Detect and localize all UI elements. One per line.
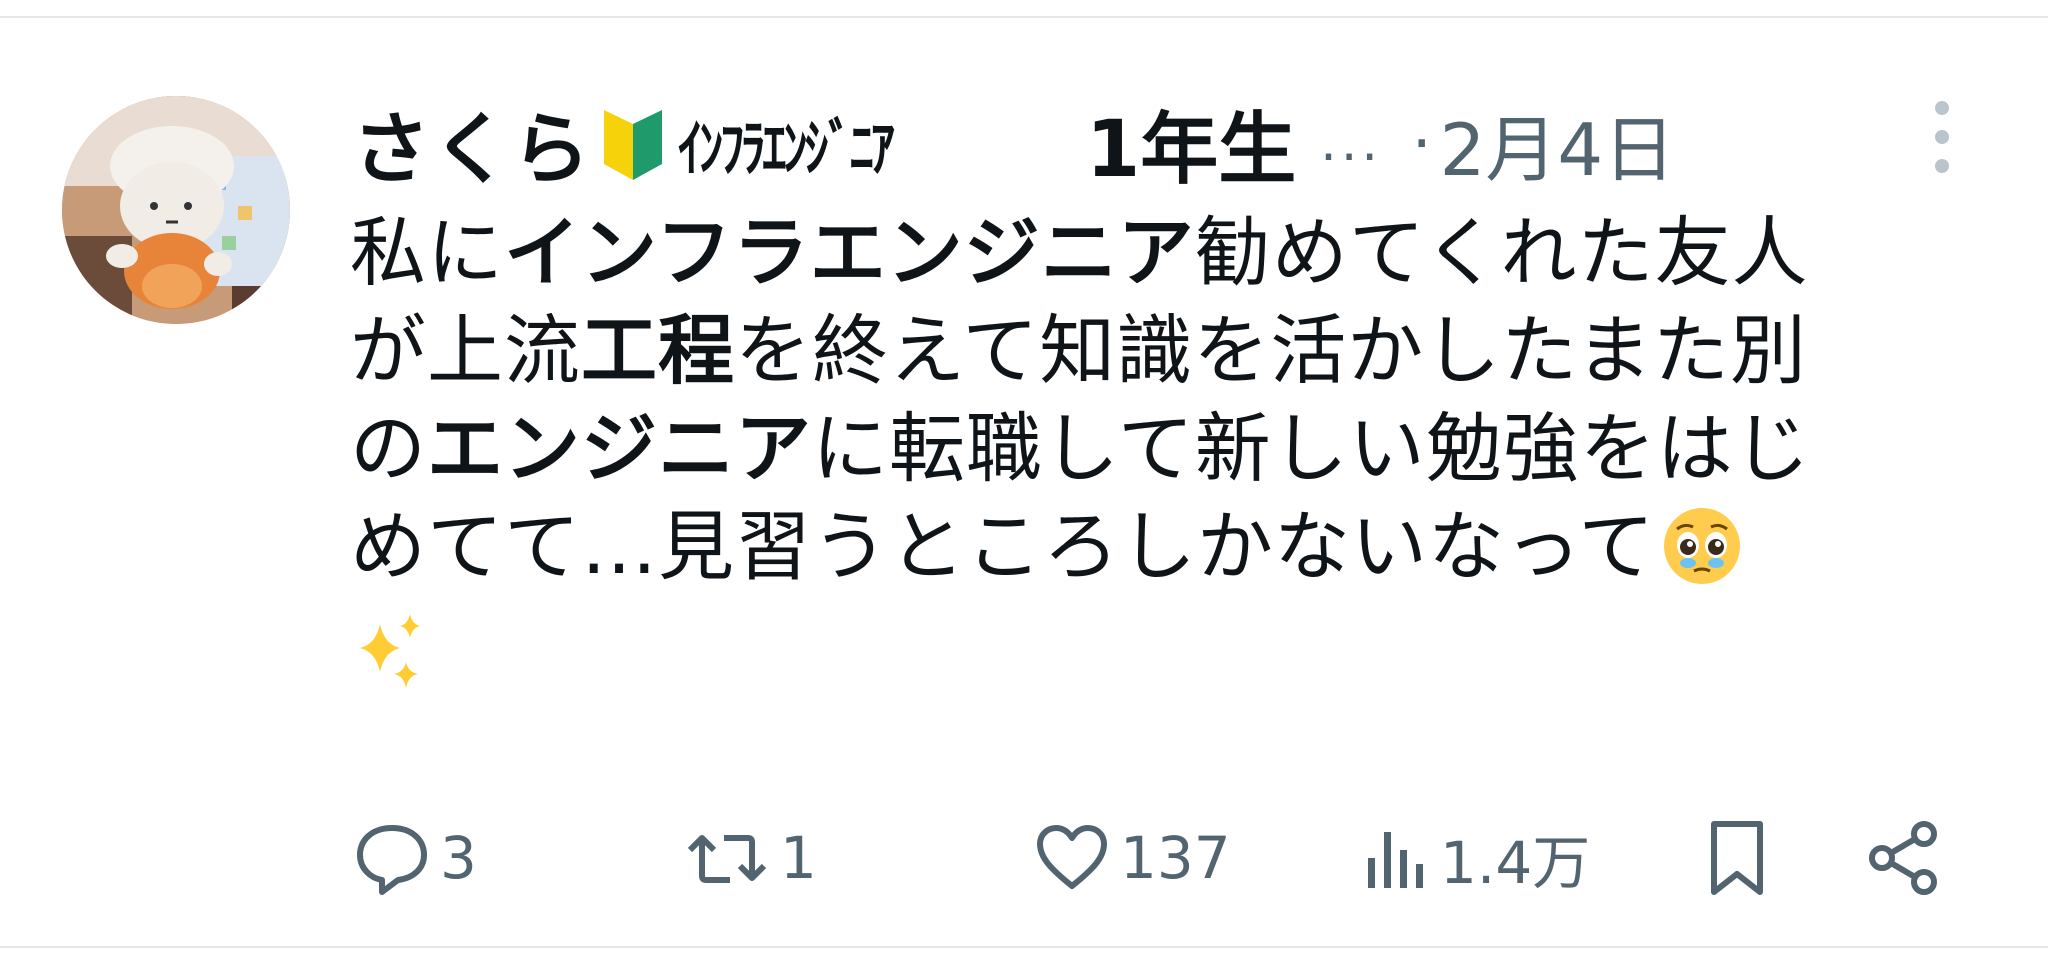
body-highlight: インフラエンジニア	[504, 208, 1195, 297]
body-line-4: めてて…見習うところしかないなって	[350, 498, 1980, 596]
more-options-icon[interactable]	[1930, 96, 1954, 178]
tweet-date[interactable]: 2月4日	[1440, 91, 1676, 196]
bottom-divider	[0, 946, 2048, 948]
beginner-leaf-icon	[598, 104, 668, 182]
bar-chart-icon	[1362, 818, 1432, 898]
tweet-header: さくら ｲﾝﾌﾗｴﾝｼﾞﾆｱ 1年生 ... · 2月4日	[352, 88, 1992, 198]
body-text: が上流	[350, 306, 581, 395]
reply-icon	[352, 818, 432, 898]
tweet-body: 私にインフラエンジニア勧めてくれた友人 が上流工程を終えて知識を活かしたまた別 …	[350, 204, 1980, 694]
retweet-button[interactable]: 1	[682, 808, 817, 908]
name-truncation: ...	[1320, 113, 1382, 173]
views-count: 1.4万	[1440, 829, 1591, 897]
sparkles-emoji	[350, 610, 434, 694]
retweet-icon	[682, 818, 772, 898]
body-text: に転職して新しい勉強をはじ	[812, 404, 1811, 493]
tweet-frame: さくら ｲﾝﾌﾗｴﾝｼﾞﾆｱ 1年生 ... · 2月4日 私にインフラエンジニ…	[0, 0, 2048, 979]
bookmark-icon	[1702, 816, 1772, 900]
avatar-plush-toy-image	[62, 96, 290, 324]
body-line-2: が上流工程を終えて知識を活かしたまた別	[350, 302, 1980, 400]
retweet-count: 1	[780, 824, 817, 892]
body-line-3: のエンジニアに転職して新しい勉強をはじ	[350, 400, 1980, 498]
reply-button[interactable]: 3	[352, 808, 477, 908]
author-display-name[interactable]: さくら	[352, 87, 592, 199]
views-button[interactable]: 1.4万	[1362, 808, 1590, 908]
share-button[interactable]	[1862, 808, 1946, 908]
tweet-card[interactable]: さくら ｲﾝﾌﾗｴﾝｼﾞﾆｱ 1年生 ... · 2月4日 私にインフラエンジニ…	[0, 18, 2048, 946]
like-count: 137	[1120, 824, 1231, 892]
body-highlight: エンジニア	[427, 404, 812, 493]
body-highlight: 工程	[581, 306, 735, 395]
body-text: 私に	[350, 208, 504, 297]
body-text: の	[350, 404, 427, 493]
author-name-suffix[interactable]: ｲﾝﾌﾗｴﾝｼﾞﾆｱ	[678, 98, 990, 188]
body-text: を終えて知識を活かしたまた別	[735, 306, 1807, 395]
share-icon	[1862, 816, 1946, 900]
body-text: 勧めてくれた友人	[1194, 208, 1809, 297]
like-button[interactable]: 137	[1032, 808, 1231, 908]
reply-count: 3	[440, 824, 477, 892]
heart-icon	[1032, 818, 1112, 898]
avatar[interactable]	[62, 96, 290, 324]
body-text: めてて…見習うところしかないなって	[350, 502, 1656, 591]
body-line-1: 私にインフラエンジニア勧めてくれた友人	[350, 204, 1980, 302]
bookmark-button[interactable]	[1702, 808, 1772, 908]
header-separator: ·	[1411, 106, 1432, 180]
pleading-face-emoji	[1661, 505, 1743, 587]
tweet-action-bar: 3 1 137 1.4万	[352, 808, 2002, 908]
author-name-year[interactable]: 1年生	[1086, 87, 1296, 199]
